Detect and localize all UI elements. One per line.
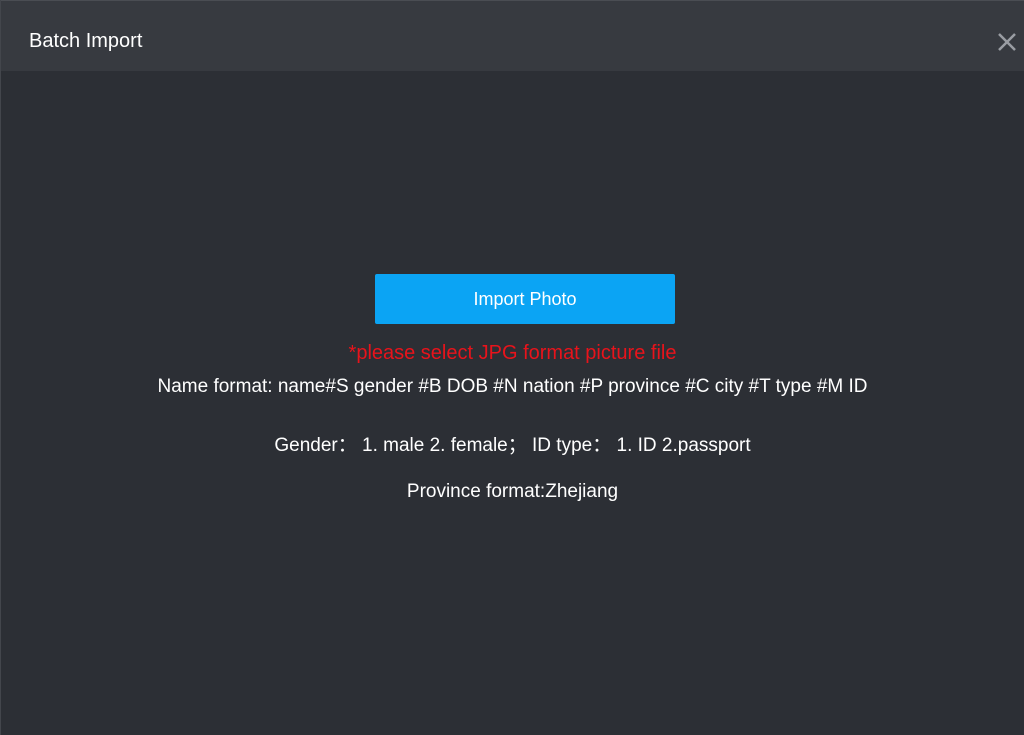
name-format-hint: Name format: name#S gender #B DOB #N nat… [157,376,868,397]
gender-idtype-hint: Gender： 1. male 2. female； ID type： 1. I… [274,435,751,456]
province-format-hint: Province format:Zhejiang [406,481,619,502]
dialog-title: Batch Import [29,30,143,52]
dialog-titlebar: Batch Import [1,0,1024,71]
import-photo-button[interactable]: Import Photo [375,274,675,324]
batch-import-dialog: Batch Import Import Photo *please select… [0,0,1024,735]
dialog-body: Import Photo *please select JPG format p… [1,71,1024,735]
close-icon[interactable] [996,31,1018,53]
format-warning: *please select JPG format picture file [348,342,677,364]
